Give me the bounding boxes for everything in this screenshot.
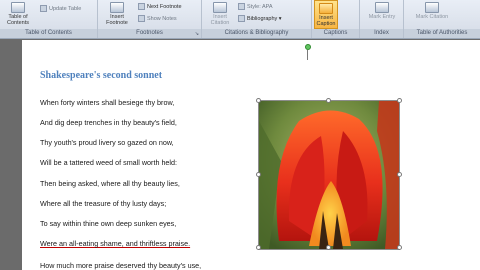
document-background (0, 39, 22, 270)
poem-line[interactable]: To say within thine own deep sunken eyes… (40, 219, 176, 228)
table-of-contents-label: Table of Contents (6, 14, 29, 26)
update-table-button[interactable]: Update Table (40, 5, 81, 12)
resize-handle[interactable] (256, 245, 261, 250)
resize-handle[interactable] (326, 98, 331, 103)
update-table-label: Update Table (49, 5, 82, 12)
resize-handle[interactable] (256, 172, 261, 177)
document-page[interactable]: Shakespeare's second sonnet When forty w… (22, 40, 480, 270)
next-footnote-label: Next Footnote (147, 3, 182, 10)
group-citations: Insert Citation Style: APA Bibliography … (202, 0, 312, 38)
style-icon (238, 3, 245, 10)
poem-line[interactable]: Were an all-eating shame, and thriftless… (40, 239, 190, 248)
poem-line[interactable]: When forty winters shall besiege thy bro… (40, 98, 174, 107)
style-label: Style: (247, 3, 261, 10)
next-footnote-button[interactable]: Next Footnote (138, 3, 182, 10)
resize-handle[interactable] (256, 98, 261, 103)
resize-handle[interactable] (397, 245, 402, 250)
bibliography-icon (238, 15, 245, 22)
insert-citation-label: Insert Citation (210, 14, 230, 26)
show-notes-label: Show Notes (147, 15, 177, 22)
mark-citation-icon (425, 2, 439, 13)
mark-citation-button[interactable]: Mark Citation (412, 2, 452, 20)
insert-caption-inner: Insert Caption (315, 3, 337, 27)
poem-line[interactable]: Where all the treasure of thy lusty days… (40, 199, 166, 208)
style-select[interactable]: Style: APA (238, 3, 273, 10)
poem-line[interactable]: Thy youth's proud livery so gazed on now… (40, 138, 174, 147)
footnote-icon (110, 2, 124, 13)
group-label-authorities: Table of Authorities (404, 29, 480, 38)
mark-entry-label: Mark Entry (368, 14, 396, 20)
group-label-citations: Citations & Bibliography (202, 29, 311, 38)
style-value: APA (262, 3, 273, 10)
rotation-handle[interactable] (305, 44, 311, 50)
group-label-index: Index (360, 29, 403, 38)
group-index: Mark Entry Index (360, 0, 404, 38)
bibliography-label: Bibliography (247, 15, 278, 22)
insert-citation-button[interactable]: Insert Citation (206, 2, 234, 26)
citation-icon (213, 2, 227, 13)
tulip-photo (259, 101, 399, 249)
show-notes-icon (138, 15, 145, 22)
group-label-toc: Table of Contents (0, 29, 97, 38)
bibliography-button[interactable]: Bibliography ▾ (238, 15, 282, 22)
footnotes-launcher-icon[interactable]: ↘ (195, 31, 199, 37)
poem-line[interactable]: How much more praise deserved thy beauty… (40, 261, 201, 270)
group-label-captions: Captions (312, 29, 359, 38)
group-label-footnotes: Footnotes (98, 29, 201, 38)
rotation-line (307, 50, 308, 60)
resize-handle[interactable] (326, 245, 331, 250)
mark-entry-button[interactable]: Mark Entry (367, 2, 397, 20)
resize-handle[interactable] (397, 172, 402, 177)
ribbon-references: Table of Contents Update Table Table of … (0, 0, 480, 39)
mark-entry-icon (375, 2, 389, 13)
show-notes-button[interactable]: Show Notes (138, 15, 177, 22)
next-footnote-icon (138, 3, 145, 10)
group-authorities: Mark Citation Table of Authorities (404, 0, 480, 38)
update-table-icon (40, 5, 47, 12)
poem-line[interactable]: Then being asked, where all thy beauty l… (40, 179, 180, 188)
insert-caption-button[interactable]: Insert Caption (314, 0, 338, 29)
table-of-contents-button[interactable]: Table of Contents (3, 2, 33, 26)
mark-citation-label: Mark Citation (415, 14, 449, 20)
caption-icon (319, 3, 333, 14)
insert-footnote-button[interactable]: Insert Footnote (102, 2, 132, 26)
group-table-of-contents: Table of Contents Update Table Table of … (0, 0, 98, 38)
insert-footnote-label: Insert Footnote (106, 14, 128, 26)
table-of-contents-icon (11, 2, 25, 13)
tulip-image[interactable] (258, 100, 400, 250)
insert-caption-label: Insert Caption (316, 15, 336, 27)
resize-handle[interactable] (397, 98, 402, 103)
poem-line[interactable]: Will be a tattered weed of small worth h… (40, 158, 177, 167)
poem-line[interactable]: And dig deep trenches in thy beauty's fi… (40, 118, 177, 127)
group-footnotes: Insert Footnote Next Footnote Show Notes… (98, 0, 202, 38)
document-title[interactable]: Shakespeare's second sonnet (40, 70, 162, 81)
